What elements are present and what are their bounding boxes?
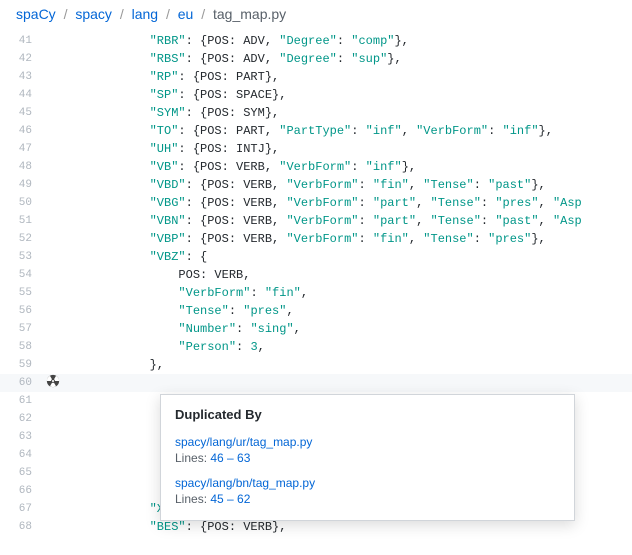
code-line[interactable]: 44 "SP": {POS: SPACE}, [0,86,632,104]
code-content: "RBS": {POS: ADV, "Degree": "sup"}, [86,50,632,68]
code-content: "SP": {POS: SPACE}, [86,86,632,104]
breadcrumb-file: tag_map.py [213,6,286,22]
gutter-icon-cell [40,374,66,388]
code-line[interactable]: 51 "VBN": {POS: VERB, "VerbForm": "part"… [0,212,632,230]
code-line[interactable]: 42 "RBS": {POS: ADV, "Degree": "sup"}, [0,50,632,68]
line-number[interactable]: 49 [0,176,40,194]
line-number[interactable]: 54 [0,266,40,284]
line-number[interactable]: 45 [0,104,40,122]
breadcrumb-sep: / [64,6,68,22]
code-line[interactable]: 54 POS: VERB, [0,266,632,284]
line-number[interactable]: 55 [0,284,40,302]
code-content: "VBP": {POS: VERB, "VerbForm": "fin", "T… [86,230,632,248]
code-line[interactable]: 53 "VBZ": { [0,248,632,266]
code-content [86,374,632,392]
breadcrumb-sep: / [201,6,205,22]
code-content: "VBZ": { [86,248,632,266]
line-number[interactable]: 63 [0,428,40,446]
line-number[interactable]: 51 [0,212,40,230]
code-content: }, [86,356,632,374]
code-content: "Number": "sing", [86,320,632,338]
code-content: "VBN": {POS: VERB, "VerbForm": "part", "… [86,212,632,230]
code-content: POS: VERB, [86,266,632,284]
code-content: "RP": {POS: PART}, [86,68,632,86]
popup-lines-link[interactable]: 46 – 63 [210,451,250,465]
line-number[interactable]: 59 [0,356,40,374]
duplicated-by-popup: Duplicated By spacy/lang/ur/tag_map.py L… [160,394,575,521]
breadcrumb-sep: / [166,6,170,22]
popup-file-link[interactable]: spacy/lang/ur/tag_map.py [175,435,312,449]
breadcrumb-item[interactable]: eu [178,6,194,22]
breadcrumb-item[interactable]: spacy [75,6,112,22]
line-number[interactable]: 60 [0,374,40,392]
code-line[interactable]: 60 [0,374,632,392]
code-line[interactable]: 45 "SYM": {POS: SYM}, [0,104,632,122]
line-number[interactable]: 67 [0,500,40,518]
code-line[interactable]: 52 "VBP": {POS: VERB, "VerbForm": "fin",… [0,230,632,248]
line-number[interactable]: 68 [0,518,40,536]
code-line[interactable]: 56 "Tense": "pres", [0,302,632,320]
duplication-icon[interactable] [46,374,60,388]
line-number[interactable]: 53 [0,248,40,266]
code-content: "SYM": {POS: SYM}, [86,104,632,122]
popup-item: spacy/lang/bn/tag_map.py Lines: 45 – 62 [175,475,560,506]
code-content: "Person": 3, [86,338,632,356]
line-number[interactable]: 65 [0,464,40,482]
line-number[interactable]: 64 [0,446,40,464]
code-content: "RBR": {POS: ADV, "Degree": "comp"}, [86,32,632,50]
popup-item: spacy/lang/ur/tag_map.py Lines: 46 – 63 [175,434,560,465]
popup-lines: Lines: 45 – 62 [175,492,560,506]
code-content: "UH": {POS: INTJ}, [86,140,632,158]
popup-file-link[interactable]: spacy/lang/bn/tag_map.py [175,476,315,490]
line-number[interactable]: 42 [0,50,40,68]
code-line[interactable]: 41 "RBR": {POS: ADV, "Degree": "comp"}, [0,32,632,50]
code-line[interactable]: 49 "VBD": {POS: VERB, "VerbForm": "fin",… [0,176,632,194]
code-content: "TO": {POS: PART, "PartType": "inf", "Ve… [86,122,632,140]
popup-lines-link[interactable]: 45 – 62 [210,492,250,506]
code-line[interactable]: 55 "VerbForm": "fin", [0,284,632,302]
code-content: "VBD": {POS: VERB, "VerbForm": "fin", "T… [86,176,632,194]
line-number[interactable]: 56 [0,302,40,320]
line-number[interactable]: 52 [0,230,40,248]
line-number[interactable]: 43 [0,68,40,86]
line-number[interactable]: 62 [0,410,40,428]
breadcrumb-sep: / [120,6,124,22]
code-line[interactable]: 50 "VBG": {POS: VERB, "VerbForm": "part"… [0,194,632,212]
code-line[interactable]: 57 "Number": "sing", [0,320,632,338]
line-number[interactable]: 61 [0,392,40,410]
line-number[interactable]: 41 [0,32,40,50]
line-number[interactable]: 66 [0,482,40,500]
line-number[interactable]: 58 [0,338,40,356]
popup-title: Duplicated By [175,407,560,422]
code-line[interactable]: 48 "VB": {POS: VERB, "VerbForm": "inf"}, [0,158,632,176]
popup-lines: Lines: 46 – 63 [175,451,560,465]
code-line[interactable]: 47 "UH": {POS: INTJ}, [0,140,632,158]
code-line[interactable]: 59 }, [0,356,632,374]
line-number[interactable]: 50 [0,194,40,212]
code-content: "Tense": "pres", [86,302,632,320]
breadcrumb-item[interactable]: lang [132,6,158,22]
line-number[interactable]: 44 [0,86,40,104]
code-line[interactable]: 46 "TO": {POS: PART, "PartType": "inf", … [0,122,632,140]
line-number[interactable]: 47 [0,140,40,158]
line-number[interactable]: 48 [0,158,40,176]
line-number[interactable]: 46 [0,122,40,140]
breadcrumb-item[interactable]: spaCy [16,6,56,22]
code-content: "VB": {POS: VERB, "VerbForm": "inf"}, [86,158,632,176]
breadcrumb: spaCy / spacy / lang / eu / tag_map.py [0,0,632,32]
line-number[interactable]: 57 [0,320,40,338]
code-content: "VerbForm": "fin", [86,284,632,302]
code-line[interactable]: 58 "Person": 3, [0,338,632,356]
code-line[interactable]: 43 "RP": {POS: PART}, [0,68,632,86]
code-content: "VBG": {POS: VERB, "VerbForm": "part", "… [86,194,632,212]
